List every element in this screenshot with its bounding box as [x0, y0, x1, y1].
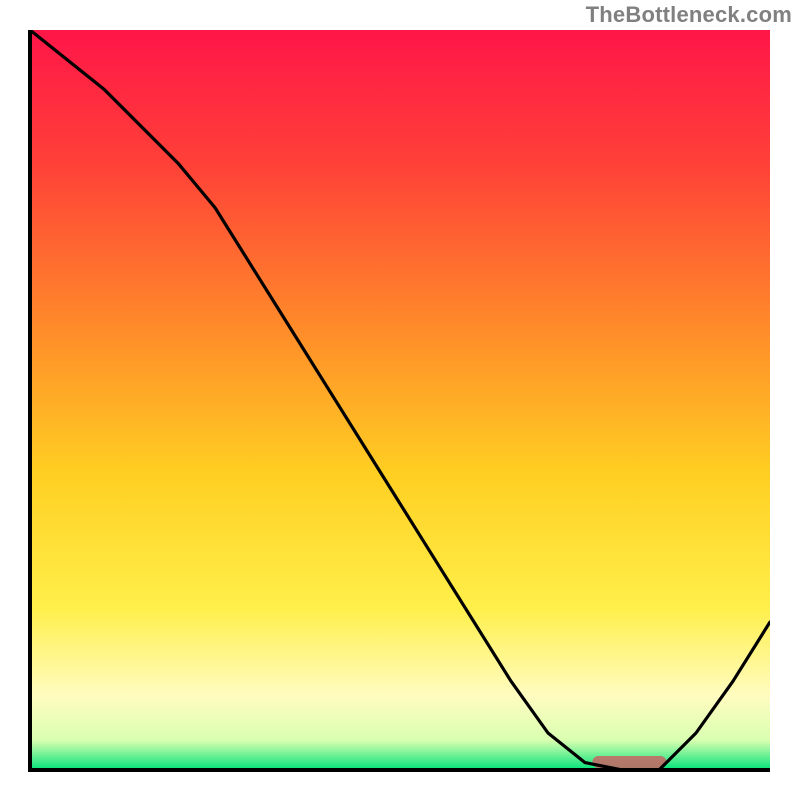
chart-stage: TheBottleneck.com	[0, 0, 800, 800]
chart-svg	[0, 0, 800, 800]
plot-gradient	[30, 30, 770, 770]
watermark-text: TheBottleneck.com	[586, 2, 792, 28]
